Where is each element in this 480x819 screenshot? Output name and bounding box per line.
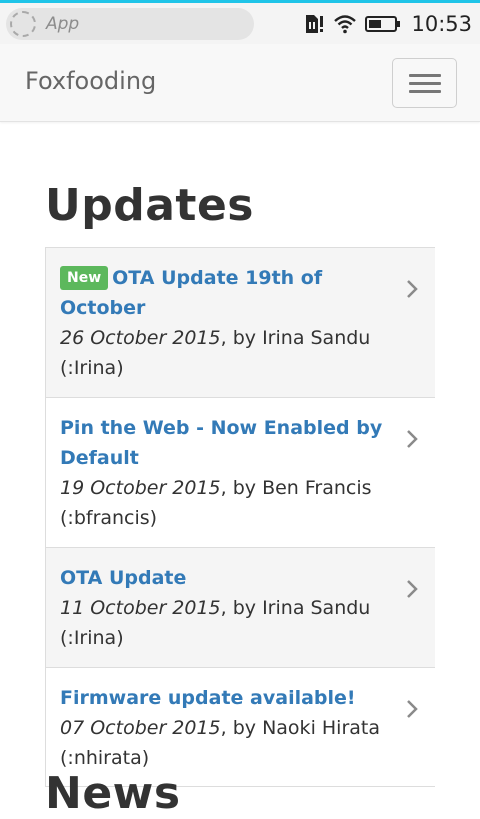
- update-author: , by Ben Francis: [220, 477, 372, 499]
- chevron-right-icon: [407, 700, 418, 718]
- update-date: 26 October 2015: [60, 327, 221, 349]
- wifi-icon: [333, 14, 357, 34]
- update-item[interactable]: Pin the Web - Now Enabled by Default 19 …: [46, 397, 435, 547]
- status-bar: App 10:53: [0, 0, 480, 44]
- chevron-right-icon: [407, 280, 418, 298]
- update-author-handle: (:Irina): [60, 357, 124, 379]
- clock: 10:53: [411, 12, 472, 36]
- navbar: Foxfooding: [0, 44, 480, 122]
- updates-list: New OTA Update 19th of October 26 October…: [45, 247, 435, 787]
- menu-toggle-button[interactable]: [392, 58, 457, 108]
- update-date: 11 October 2015: [60, 597, 221, 619]
- brand-link[interactable]: Foxfooding: [25, 67, 156, 95]
- battery-icon: [365, 15, 401, 33]
- chevron-right-icon: [407, 580, 418, 598]
- update-date: 07 October 2015: [60, 717, 221, 739]
- update-author: , by Irina Sandu: [220, 327, 371, 349]
- sim-alert-icon: [303, 13, 325, 35]
- app-loading-icon: [10, 11, 36, 37]
- update-author: , by Naoki Hirata: [220, 717, 380, 739]
- update-title-link[interactable]: Pin the Web - Now Enabled by Default: [60, 413, 385, 473]
- updates-heading: Updates: [45, 180, 254, 231]
- update-date: 19 October 2015: [60, 477, 221, 499]
- app-search-pill[interactable]: App: [6, 8, 254, 40]
- update-title-link[interactable]: Firmware update available!: [60, 683, 385, 713]
- update-author-handle: (:Irina): [60, 627, 124, 649]
- update-item[interactable]: New OTA Update 19th of October 26 October…: [46, 248, 435, 397]
- update-item[interactable]: OTA Update 11 October 2015, by Irina San…: [46, 547, 435, 667]
- update-title-link[interactable]: OTA Update: [60, 563, 385, 593]
- update-author: , by Irina Sandu: [220, 597, 371, 619]
- app-label: App: [46, 14, 80, 34]
- status-icons: 10:53: [303, 9, 472, 39]
- new-badge: New: [60, 266, 109, 290]
- news-heading: News: [45, 768, 181, 819]
- update-author-handle: (:bfrancis): [60, 507, 158, 529]
- chevron-right-icon: [407, 430, 418, 448]
